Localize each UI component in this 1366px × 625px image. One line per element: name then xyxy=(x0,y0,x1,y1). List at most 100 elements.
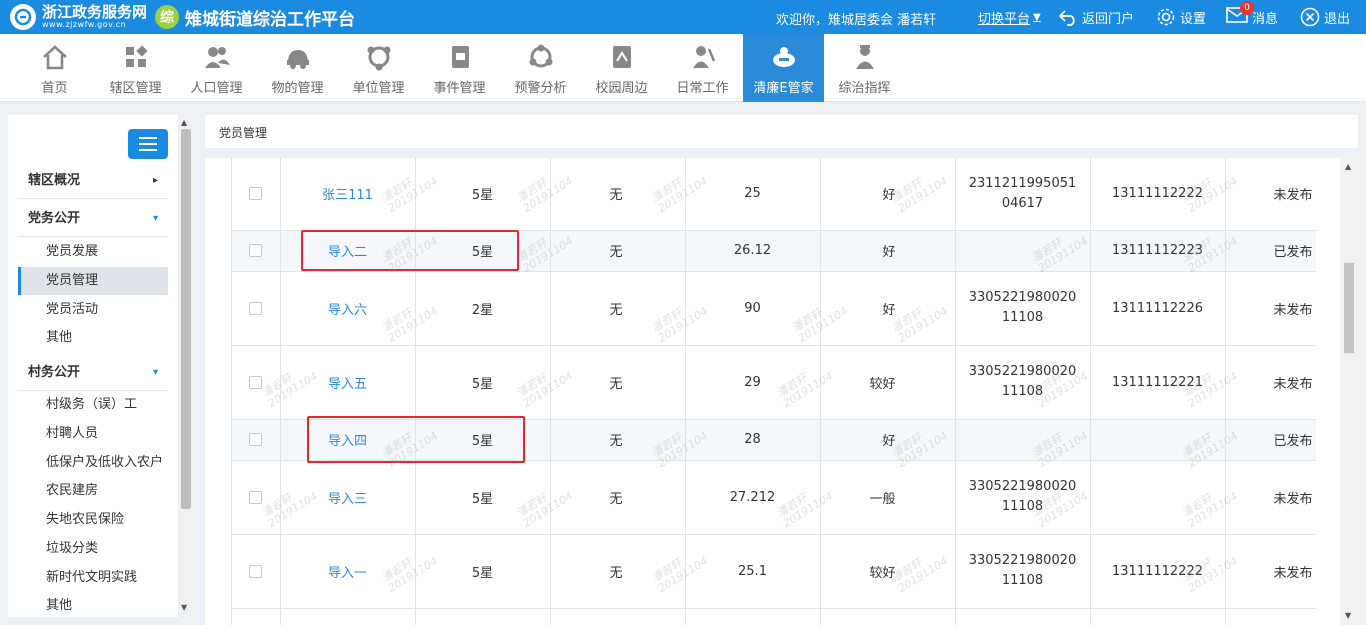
publish-status: 未发布 xyxy=(1225,534,1316,609)
platform-brand: 综 雉城街道综治工作平台 xyxy=(155,4,355,30)
nav-item-10[interactable]: 综治指挥 xyxy=(824,34,905,102)
id-number: 330522198002011108 xyxy=(955,460,1091,535)
row-checkbox[interactable] xyxy=(232,230,281,272)
nav-item-4[interactable]: 单位管理 xyxy=(338,34,419,102)
portal-logo[interactable]: 浙江政务服务网 www.zjzwfw.gov.cn xyxy=(10,4,147,30)
command-icon xyxy=(851,43,879,71)
row-checkbox[interactable] xyxy=(232,271,281,346)
scroll-down-icon[interactable]: ▼ xyxy=(181,603,187,612)
sidebar-scrollbar[interactable]: ▲ ▼ xyxy=(178,115,194,617)
nav-item-8[interactable]: 日常工作 xyxy=(662,34,743,102)
sidebar-group-village[interactable]: 村务公开 ▾ xyxy=(18,355,168,391)
nav-item-2[interactable]: 人口管理 xyxy=(176,34,257,102)
evaluation-value: 好 xyxy=(820,158,956,231)
none-value: 无 xyxy=(550,271,686,346)
checkbox[interactable] xyxy=(249,301,263,315)
checkbox[interactable] xyxy=(249,433,263,446)
sidebar-scroll-thumb[interactable] xyxy=(181,129,191,509)
switch-platform-button[interactable]: 切换平台 ▼ xyxy=(978,6,1041,28)
sidebar-item-civilization-practice[interactable]: 新时代文明实践 xyxy=(18,564,168,592)
publish-status: 未发布 xyxy=(1225,345,1316,420)
nav-item-5[interactable]: 事件管理 xyxy=(419,34,500,102)
checkbox[interactable] xyxy=(249,375,263,389)
table-scroll-thumb[interactable] xyxy=(1344,263,1354,353)
sidebar-item-farmer-housing[interactable]: 农民建房 xyxy=(18,477,168,505)
nav-label: 校园周边 xyxy=(595,81,648,96)
scroll-up-icon[interactable]: ▲ xyxy=(1345,162,1351,171)
messages-button[interactable]: 0 消息 xyxy=(1226,1,1278,28)
none-value: 无 xyxy=(550,158,686,231)
worker-icon xyxy=(689,43,717,71)
portal-url: www.zjzwfw.gov.cn xyxy=(42,20,127,29)
checkbox[interactable] xyxy=(249,244,263,257)
id-number xyxy=(955,230,1091,272)
nav-label: 辖区管理 xyxy=(109,81,162,96)
logout-button[interactable]: 退出 xyxy=(1300,6,1350,28)
sidebar-item-party-other[interactable]: 其他 xyxy=(18,324,168,352)
menu-toggle-button[interactable] xyxy=(128,129,168,159)
member-name-link[interactable]: 导入一 xyxy=(280,534,416,609)
scroll-up-icon[interactable]: ▲ xyxy=(181,118,187,127)
nav-item-9[interactable]: 清廉E管家 xyxy=(743,34,824,102)
car-icon xyxy=(284,43,312,71)
table-row: 导入四 5星无 28 好 已发布 xyxy=(232,419,1316,461)
nav-item-7[interactable]: 校园周边 xyxy=(581,34,662,102)
member-name-link[interactable]: 导入三 xyxy=(280,460,416,535)
row-checkbox[interactable] xyxy=(232,460,281,535)
member-name-link[interactable]: 导入二 xyxy=(280,230,416,272)
sidebar-item-village-work[interactable]: 村级务（误）工 xyxy=(18,391,168,419)
sidebar-item-village-other[interactable]: 其他 xyxy=(18,592,168,617)
table-scrollbar[interactable]: ▲ ▼ xyxy=(1340,158,1358,625)
sidebar-item-member-development[interactable]: 党员发展 xyxy=(18,238,168,266)
star-rating: 5星 xyxy=(415,460,551,535)
nav-item-3[interactable]: 物的管理 xyxy=(257,34,338,102)
sidebar-item-village-hired[interactable]: 村聘人员 xyxy=(18,420,168,448)
sidebar-group-overview[interactable]: 辖区概况 ▸ xyxy=(18,163,168,199)
sidebar-item-garbage-sorting[interactable]: 垃圾分类 xyxy=(18,535,168,563)
row-checkbox[interactable] xyxy=(232,534,281,609)
nav-item-1[interactable]: 辖区管理 xyxy=(95,34,176,102)
phone-number xyxy=(1090,460,1226,535)
sidebar-item-member-activity[interactable]: 党员活动 xyxy=(18,296,168,324)
sidebar-item-land-insurance[interactable]: 失地农民保险 xyxy=(18,506,168,534)
close-circle-icon xyxy=(1300,7,1320,27)
member-name-link[interactable]: 导入六 xyxy=(280,271,416,346)
sidebar-item-member-management[interactable]: 党员管理 xyxy=(18,267,168,295)
return-icon xyxy=(1058,10,1075,26)
table-row: 导入五 5星无 29 较好 330522198002011108 13111112221 未… xyxy=(232,345,1316,420)
member-name-link[interactable] xyxy=(280,608,416,625)
row-checkbox[interactable] xyxy=(232,345,281,420)
messages-count-badge: 0 xyxy=(1240,1,1254,15)
evaluation-value: 好 xyxy=(820,230,956,272)
none-value: 无 xyxy=(550,534,686,609)
table-row: 张三111 5星无 25 好 231121199505104617 13111112222… xyxy=(232,158,1316,231)
nav-item-6[interactable]: 预警分析 xyxy=(500,34,581,102)
nav-item-0[interactable]: 首页 xyxy=(14,34,95,102)
table-row xyxy=(232,608,1316,625)
row-checkbox[interactable] xyxy=(232,608,281,625)
checkbox[interactable] xyxy=(249,564,263,578)
sidebar-item-low-income[interactable]: 低保户及低收入农户 xyxy=(18,449,168,477)
member-name-link[interactable]: 导入四 xyxy=(280,419,416,461)
row-checkbox[interactable] xyxy=(232,419,281,461)
portal-logo-icon xyxy=(10,4,36,30)
nav-label: 预警分析 xyxy=(514,81,567,96)
publish-status: 已发布 xyxy=(1225,230,1316,272)
star-rating: 5星 xyxy=(415,158,551,231)
sidebar-group-label: 村务公开 xyxy=(28,365,81,380)
checkbox[interactable] xyxy=(249,490,263,504)
sidebar-group-party[interactable]: 党务公开 ▾ xyxy=(18,201,168,237)
back-portal-button[interactable]: 返回门户 xyxy=(1058,6,1134,28)
member-name-link[interactable]: 导入五 xyxy=(280,345,416,420)
settings-button[interactable]: 设置 xyxy=(1156,6,1206,28)
caret-down-icon: ▾ xyxy=(152,213,158,224)
row-checkbox[interactable] xyxy=(232,158,281,231)
scroll-down-icon[interactable]: ▼ xyxy=(1345,611,1351,620)
checkbox[interactable] xyxy=(249,187,263,201)
phone-number xyxy=(1090,608,1226,625)
switch-platform-label: 切换平台 xyxy=(978,11,1031,27)
score-value: 25 xyxy=(685,158,821,231)
nav-label: 人口管理 xyxy=(190,81,243,96)
evaluation-value xyxy=(820,608,956,625)
member-name-link[interactable]: 张三111 xyxy=(280,158,416,231)
